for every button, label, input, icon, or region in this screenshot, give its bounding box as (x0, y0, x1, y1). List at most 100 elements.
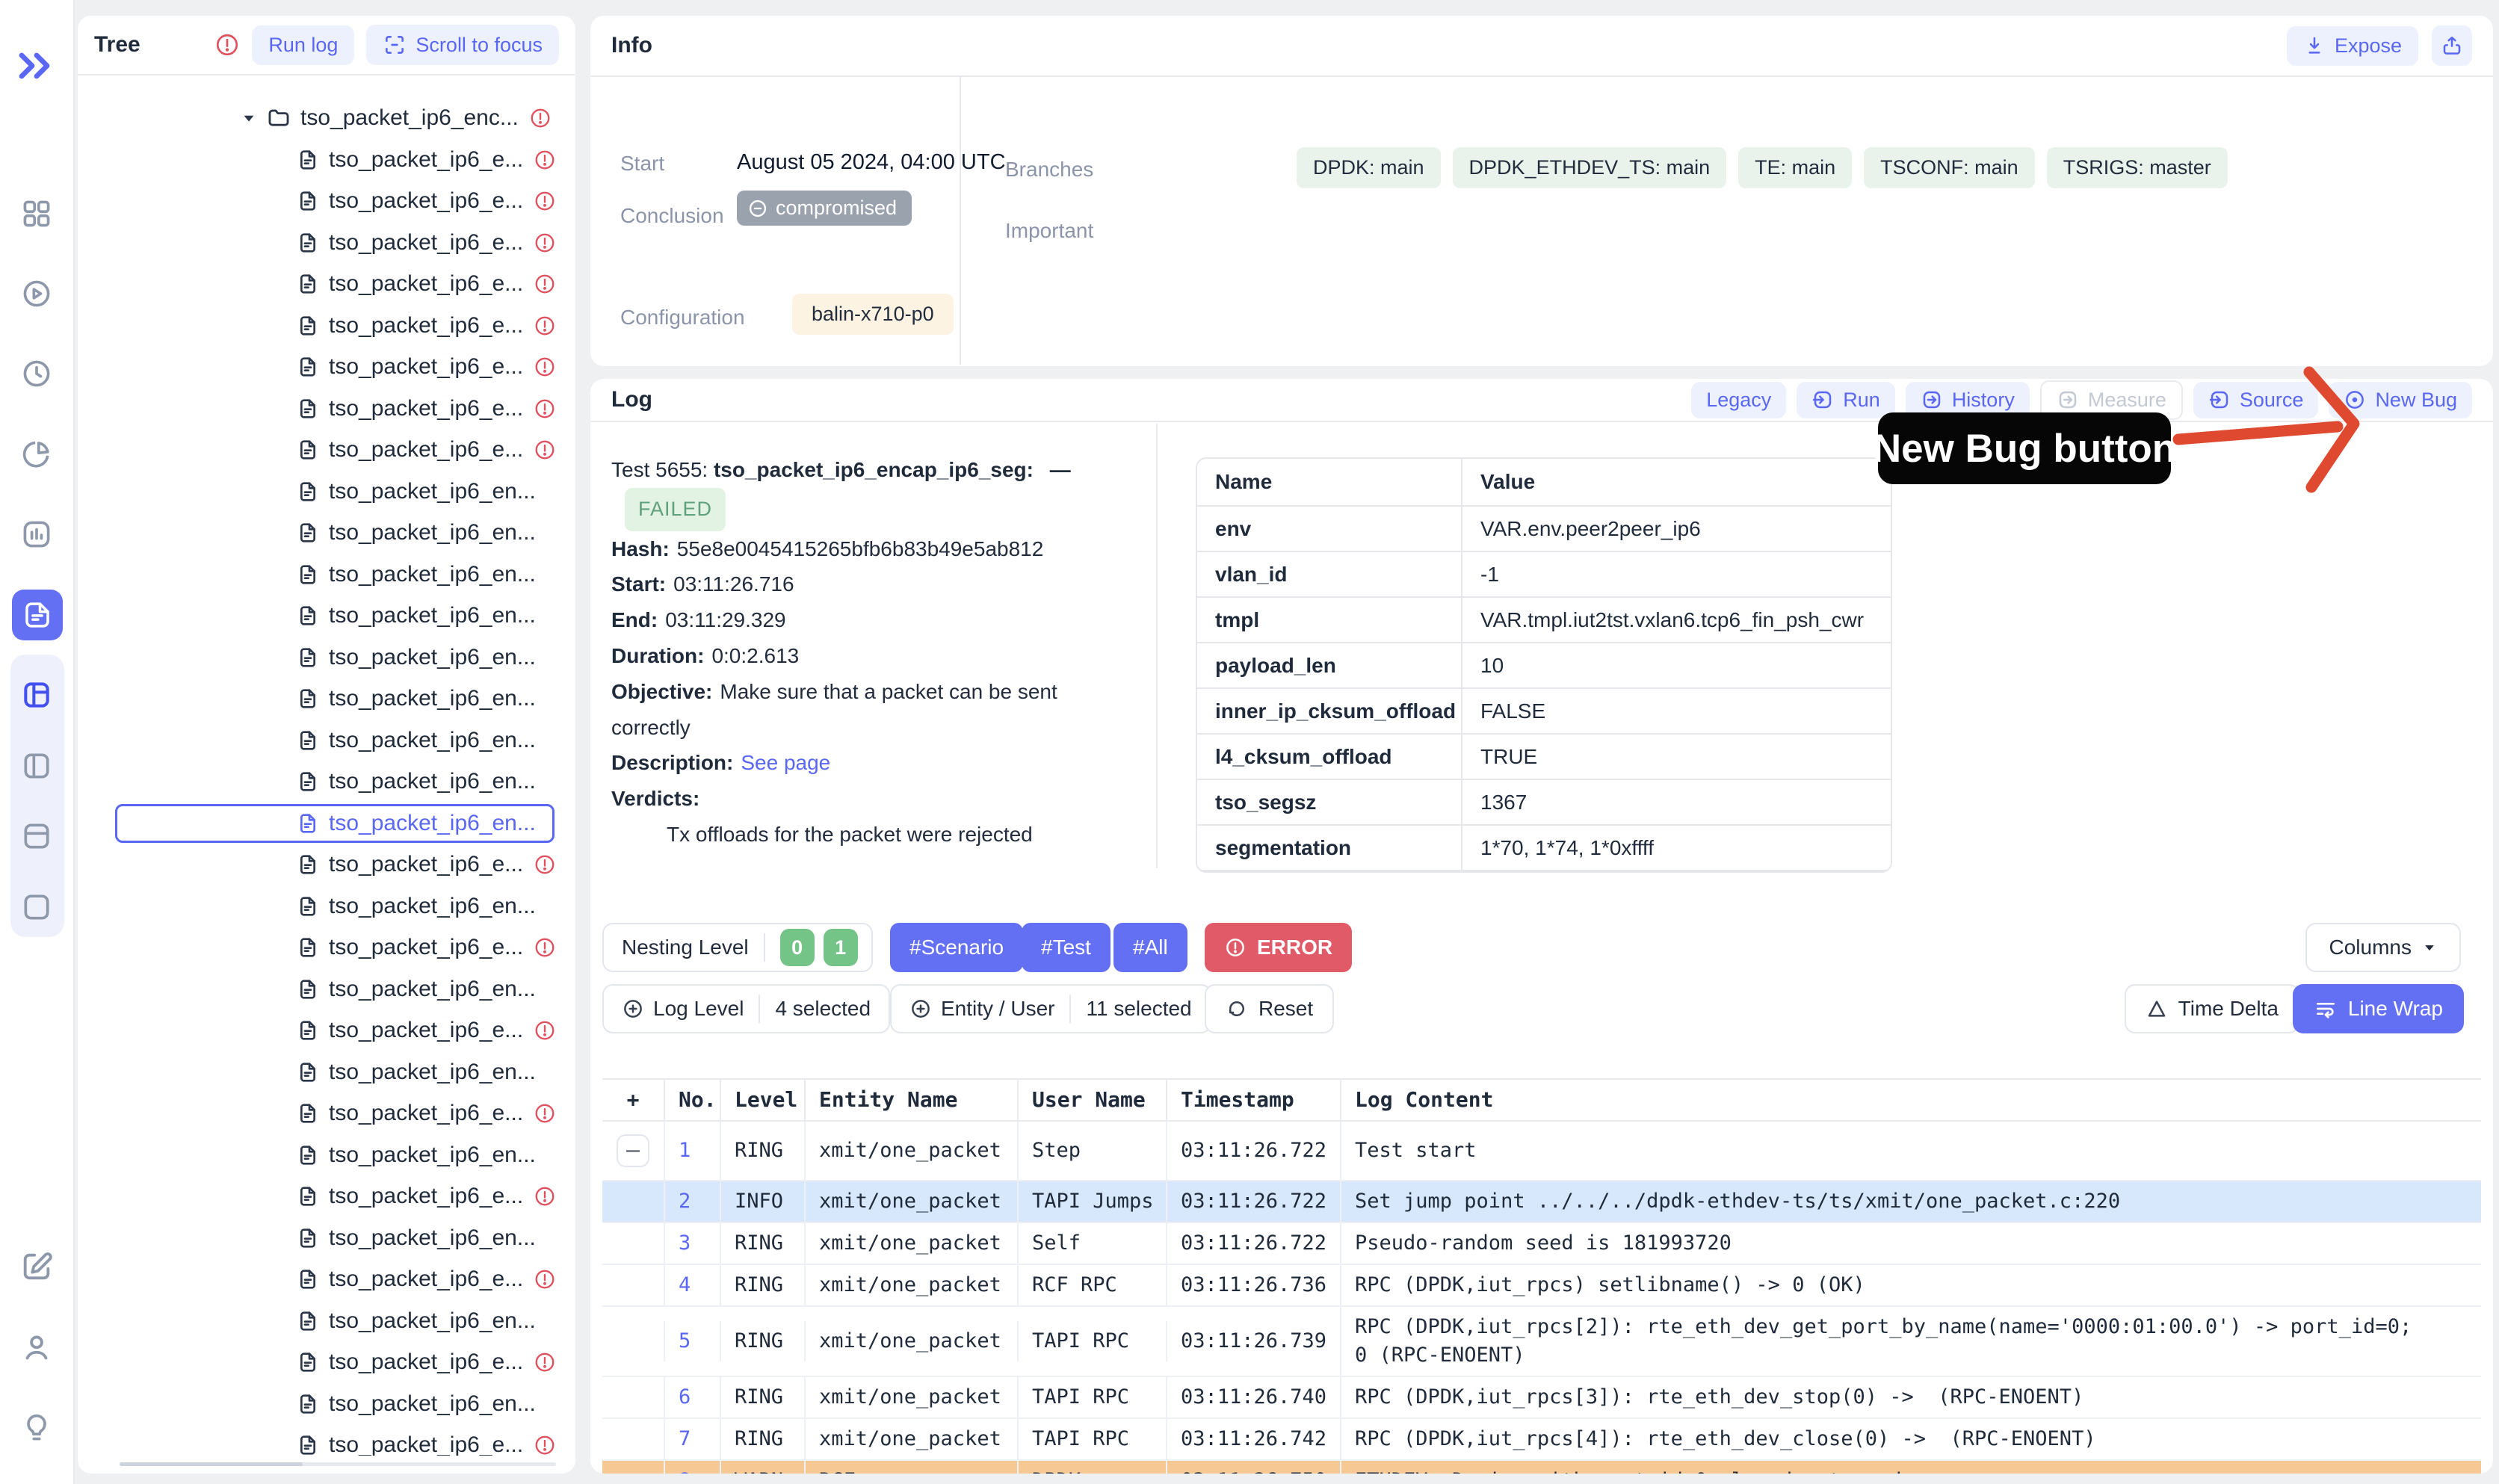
new-bug-button[interactable]: New Bug (2329, 382, 2472, 418)
layout-single-icon[interactable] (20, 891, 53, 924)
tree-item-label: tso_packet_ip6_e... (329, 1018, 523, 1043)
warning-icon (534, 1268, 556, 1290)
idea-bulb-icon[interactable] (20, 1411, 53, 1444)
user-icon[interactable] (19, 1331, 54, 1365)
expose-button[interactable]: Expose (2287, 26, 2418, 66)
share-button[interactable] (2432, 25, 2472, 66)
tree-item[interactable]: tso_packet_ip6_e... (78, 430, 575, 472)
tree-item[interactable]: tso_packet_ip6_e... (78, 1093, 575, 1135)
test-detail-line: Start:03:11:26.716 (611, 566, 1134, 602)
tree-item[interactable]: tso_packet_ip6_en... (78, 1300, 575, 1342)
pie-chart-icon[interactable] (20, 438, 53, 471)
file-icon (296, 1392, 320, 1416)
scroll-to-focus-button[interactable]: Scroll to focus (366, 25, 559, 65)
error-filter-button[interactable]: ERROR (1205, 923, 1352, 972)
tree-item[interactable]: tso_packet_ip6_en... (78, 761, 575, 803)
tree-item[interactable]: tso_packet_ip6_e... (78, 305, 575, 347)
run-log-button[interactable]: Run log (252, 25, 354, 65)
dashboard-icon[interactable] (20, 197, 53, 230)
tree-item[interactable]: tso_packet_ip6_en... (78, 554, 575, 596)
tree-item[interactable]: tso_packet_ip6_en... (78, 1217, 575, 1259)
caret-down-icon[interactable] (241, 110, 257, 126)
nesting-level-chip[interactable]: 0 (780, 929, 815, 966)
tree-item[interactable]: tso_packet_ip6_en... (78, 637, 575, 678)
tree-item[interactable]: tso_packet_ip6_e... (78, 264, 575, 306)
source-button[interactable]: Source (2193, 382, 2319, 418)
tree-item[interactable]: tso_packet_ip6_en... (78, 513, 575, 554)
tree-item[interactable]: tso_packet_ip6_e... (78, 139, 575, 181)
tree-item[interactable]: tso_packet_ip6_en... (78, 678, 575, 720)
tree-item[interactable]: tso_packet_ip6_e... (78, 844, 575, 886)
tag-scenario-button[interactable]: #Scenario (890, 923, 1023, 972)
runs-icon[interactable] (20, 277, 53, 310)
tree-horizontal-scrollbar[interactable] (120, 1462, 556, 1466)
tree-item[interactable]: tso_packet_ip6_en... (78, 471, 575, 513)
tree-item[interactable]: tso_packet_ip6_e... (78, 1010, 575, 1052)
tree-item[interactable]: tso_packet_ip6_e... (78, 1342, 575, 1384)
reset-button[interactable]: Reset (1205, 984, 1334, 1033)
log-view-icon[interactable] (12, 590, 63, 640)
app-logo-icon[interactable] (17, 49, 56, 82)
layout-split-left-icon[interactable] (20, 749, 53, 782)
log-title: Log (611, 387, 652, 412)
tree-item[interactable]: tso_packet_ip6_en... (78, 596, 575, 637)
tree-item-label: tso_packet_ip6_e... (329, 188, 523, 214)
log-level-filter[interactable]: Log Level 4 selected (602, 984, 890, 1033)
params-row: inner_ip_cksum_offload FALSE (1197, 689, 1891, 735)
test-details: Test 5655: tso_packet_ip6_encap_ip6_seg:… (611, 452, 1134, 853)
tree-item[interactable]: tso_packet_ip6_en... (78, 968, 575, 1010)
measurements-icon[interactable] (20, 518, 53, 551)
warning-icon (534, 1019, 556, 1042)
log-row[interactable]: 4 RING xmit/one_packet RCF RPC 03:11:26.… (602, 1265, 2481, 1307)
test-detail-line: Objective:Make sure that a packet can be… (611, 674, 1134, 746)
tree-item[interactable]: tso_packet_ip6_en... (78, 885, 575, 927)
run-button[interactable]: Run (1797, 382, 1895, 418)
col-expand: + (602, 1080, 664, 1120)
collapse-button[interactable]: – (617, 1134, 649, 1167)
file-icon (296, 272, 320, 296)
time-delta-button[interactable]: Time Delta (2125, 984, 2299, 1033)
history-icon[interactable] (20, 357, 53, 390)
tree-item[interactable]: tso_packet_ip6_en... (78, 1383, 575, 1425)
tag-test-button[interactable]: #Test (1022, 923, 1111, 972)
tree-item[interactable]: tso_packet_ip6_en... (78, 803, 575, 844)
tree-item[interactable]: tso_packet_ip4_enc... (78, 91, 575, 98)
params-row: env VAR.env.peer2peer_ip6 (1197, 507, 1891, 552)
tree-item[interactable]: tso_packet_ip6_enc... (78, 98, 575, 140)
log-row[interactable]: – 1 RING xmit/one_packet Step 03:11:26.7… (602, 1122, 2481, 1181)
columns-button[interactable]: Columns (2305, 923, 2461, 972)
tree-item-label: tso_packet_ip6_e... (329, 1432, 523, 1456)
layout-split-top-icon[interactable] (20, 820, 53, 853)
line-wrap-button[interactable]: Line Wrap (2293, 984, 2464, 1033)
tree-item[interactable]: tso_packet_ip6_e... (78, 1425, 575, 1456)
log-row[interactable]: 7 RING xmit/one_packet TAPI RPC 03:11:26… (602, 1419, 2481, 1461)
tree-item[interactable]: tso_packet_ip6_e... (78, 388, 575, 430)
file-icon (296, 1350, 320, 1374)
scroll-to-focus-icon (383, 33, 407, 57)
tree-item[interactable]: tso_packet_ip6_e... (78, 222, 575, 264)
tree-item[interactable]: tso_packet_ip6_en... (78, 1051, 575, 1093)
tree-item[interactable]: tso_packet_ip6_e... (78, 347, 575, 389)
tree-item[interactable]: tso_packet_ip6_e... (78, 181, 575, 223)
layout-split-left-active-icon[interactable] (20, 678, 53, 711)
error-warning-icon (1224, 936, 1247, 959)
entity-user-filter[interactable]: Entity / User 11 selected (890, 984, 1211, 1033)
test-name: tso_packet_ip6_encap_ip6_seg: (714, 458, 1034, 481)
test-detail-line: Hash:55e8e0045415265bfb6b83b49e5ab812 (611, 531, 1134, 567)
log-row[interactable]: 8 WARN RCF DPDK 03:11:26.750 ETHDEV: Dev… (602, 1461, 2481, 1474)
tree-item[interactable]: tso_packet_ip6_e... (78, 1176, 575, 1218)
log-row[interactable]: 2 INFO xmit/one_packet TAPI Jumps 03:11:… (602, 1181, 2481, 1223)
tag-all-button[interactable]: #All (1113, 923, 1187, 972)
tree-item[interactable]: tso_packet_ip6_en... (78, 1134, 575, 1176)
tree-item[interactable]: tso_packet_ip6_en... (78, 720, 575, 761)
tree-item[interactable]: tso_packet_ip6_e... (78, 1259, 575, 1301)
configuration-badge[interactable]: balin-x710-p0 (792, 294, 954, 335)
log-row[interactable]: 3 RING xmit/one_packet Self 03:11:26.722… (602, 1223, 2481, 1265)
log-row[interactable]: 6 RING xmit/one_packet TAPI RPC 03:11:26… (602, 1377, 2481, 1419)
branches-badges: DPDK: main DPDK_ETHDEV_TS: main TE: main… (1297, 147, 2228, 188)
tree-item[interactable]: tso_packet_ip6_e... (78, 927, 575, 969)
nesting-level-chip[interactable]: 1 (824, 929, 858, 966)
legacy-button[interactable]: Legacy (1691, 382, 1786, 418)
compose-icon[interactable] (19, 1249, 54, 1284)
log-row[interactable]: 5 RING xmit/one_packet TAPI RPC 03:11:26… (602, 1307, 2481, 1377)
